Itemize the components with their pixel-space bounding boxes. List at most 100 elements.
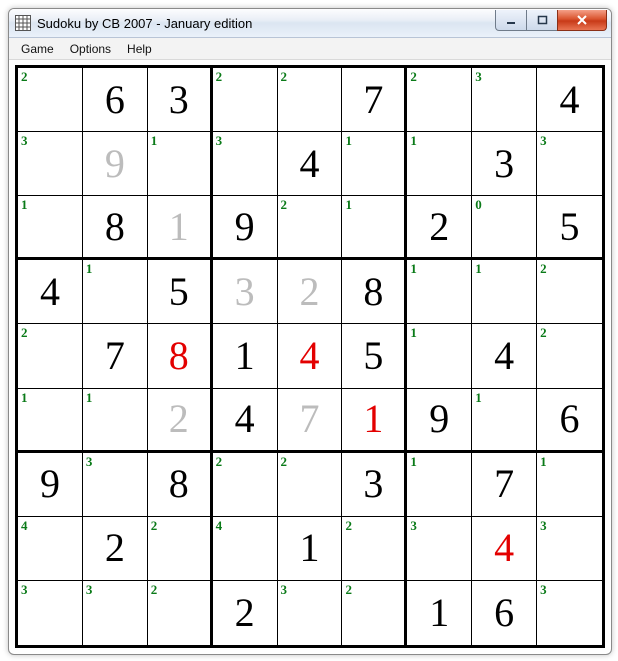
sudoku-cell[interactable]: 2	[213, 68, 278, 132]
sudoku-cell[interactable]: 7	[342, 68, 407, 132]
sudoku-cell[interactable]: 2	[537, 324, 602, 388]
sudoku-cell[interactable]: 2	[407, 68, 472, 132]
sudoku-cell[interactable]: 6	[537, 389, 602, 453]
sudoku-cell[interactable]: 7	[278, 389, 343, 453]
sudoku-cell[interactable]: 1	[18, 389, 83, 453]
sudoku-cell[interactable]: 3	[213, 260, 278, 324]
cell-hint: 1	[475, 390, 482, 406]
sudoku-cell[interactable]: 3	[407, 517, 472, 581]
sudoku-cell[interactable]: 2	[148, 389, 213, 453]
sudoku-cell[interactable]: 2	[213, 453, 278, 517]
sudoku-cell[interactable]: 1	[472, 389, 537, 453]
sudoku-cell[interactable]: 9	[407, 389, 472, 453]
sudoku-cell[interactable]: 1	[342, 132, 407, 196]
close-button[interactable]	[557, 10, 607, 31]
sudoku-cell[interactable]: 2	[342, 581, 407, 645]
sudoku-cell[interactable]: 2	[537, 260, 602, 324]
sudoku-cell[interactable]: 2	[18, 68, 83, 132]
cell-hint: 1	[86, 261, 93, 277]
sudoku-cell[interactable]: 3	[278, 581, 343, 645]
sudoku-cell[interactable]: 2	[213, 581, 278, 645]
sudoku-cell[interactable]: 9	[18, 453, 83, 517]
maximize-button[interactable]	[526, 10, 558, 31]
sudoku-cell[interactable]: 8	[342, 260, 407, 324]
sudoku-cell[interactable]: 1	[148, 196, 213, 260]
sudoku-cell[interactable]: 3	[83, 581, 148, 645]
sudoku-cell[interactable]: 9	[213, 196, 278, 260]
sudoku-cell[interactable]: 2	[278, 453, 343, 517]
cell-hint: 2	[540, 261, 547, 277]
sudoku-cell[interactable]: 0	[472, 196, 537, 260]
sudoku-cell[interactable]: 4	[18, 260, 83, 324]
menu-help[interactable]: Help	[119, 40, 160, 58]
sudoku-cell[interactable]: 1	[83, 389, 148, 453]
cell-hint: 1	[86, 390, 93, 406]
sudoku-cell[interactable]: 3	[213, 132, 278, 196]
sudoku-cell[interactable]: 7	[472, 453, 537, 517]
sudoku-cell[interactable]: 5	[342, 324, 407, 388]
sudoku-cell[interactable]: 1	[407, 581, 472, 645]
sudoku-cell[interactable]: 6	[83, 68, 148, 132]
sudoku-cell[interactable]: 3	[472, 132, 537, 196]
sudoku-cell[interactable]: 1	[342, 389, 407, 453]
sudoku-cell[interactable]: 1	[537, 453, 602, 517]
sudoku-cell[interactable]: 5	[537, 196, 602, 260]
sudoku-cell[interactable]: 2	[278, 196, 343, 260]
sudoku-cell[interactable]: 3	[148, 68, 213, 132]
cell-hint: 1	[345, 197, 352, 213]
sudoku-cell[interactable]: 8	[148, 453, 213, 517]
sudoku-cell[interactable]: 8	[148, 324, 213, 388]
sudoku-cell[interactable]: 4	[213, 517, 278, 581]
sudoku-cell[interactable]: 1	[407, 260, 472, 324]
sudoku-cell[interactable]: 8	[83, 196, 148, 260]
cell-value: 4	[278, 132, 342, 195]
cell-hint: 1	[21, 390, 28, 406]
sudoku-cell[interactable]: 1	[407, 324, 472, 388]
sudoku-cell[interactable]: 2	[342, 517, 407, 581]
titlebar[interactable]: Sudoku by CB 2007 - January edition	[9, 9, 611, 38]
sudoku-cell[interactable]: 3	[537, 517, 602, 581]
sudoku-cell[interactable]: 2	[407, 196, 472, 260]
sudoku-cell[interactable]: 4	[18, 517, 83, 581]
sudoku-cell[interactable]: 7	[83, 324, 148, 388]
sudoku-cell[interactable]: 4	[278, 324, 343, 388]
sudoku-cell[interactable]: 1	[342, 196, 407, 260]
cell-hint: 1	[345, 133, 352, 149]
menu-game[interactable]: Game	[13, 40, 62, 58]
sudoku-cell[interactable]: 4	[213, 389, 278, 453]
cell-hint: 1	[151, 133, 158, 149]
sudoku-cell[interactable]: 1	[407, 453, 472, 517]
sudoku-cell[interactable]: 1	[407, 132, 472, 196]
sudoku-cell[interactable]: 2	[278, 68, 343, 132]
sudoku-cell[interactable]: 3	[83, 453, 148, 517]
sudoku-cell[interactable]: 2	[278, 260, 343, 324]
sudoku-cell[interactable]: 2	[83, 517, 148, 581]
sudoku-cell[interactable]: 1	[213, 324, 278, 388]
minimize-button[interactable]	[495, 10, 527, 31]
sudoku-cell[interactable]: 1	[148, 132, 213, 196]
sudoku-cell[interactable]: 2	[148, 581, 213, 645]
sudoku-cell[interactable]: 4	[472, 324, 537, 388]
sudoku-cell[interactable]: 3	[18, 132, 83, 196]
sudoku-cell[interactable]: 5	[148, 260, 213, 324]
sudoku-cell[interactable]: 3	[537, 132, 602, 196]
sudoku-cell[interactable]: 3	[18, 581, 83, 645]
sudoku-cell[interactable]: 1	[83, 260, 148, 324]
cell-hint: 1	[410, 261, 417, 277]
menu-options[interactable]: Options	[62, 40, 119, 58]
sudoku-cell[interactable]: 2	[148, 517, 213, 581]
cell-value: 8	[83, 196, 147, 257]
sudoku-cell[interactable]: 4	[537, 68, 602, 132]
sudoku-cell[interactable]: 2	[18, 324, 83, 388]
sudoku-cell[interactable]: 1	[18, 196, 83, 260]
sudoku-cell[interactable]: 4	[472, 517, 537, 581]
sudoku-cell[interactable]: 3	[537, 581, 602, 645]
sudoku-cell[interactable]: 6	[472, 581, 537, 645]
sudoku-cell[interactable]: 3	[472, 68, 537, 132]
sudoku-cell[interactable]: 1	[472, 260, 537, 324]
cell-value: 4	[472, 324, 536, 387]
sudoku-cell[interactable]: 9	[83, 132, 148, 196]
sudoku-cell[interactable]: 4	[278, 132, 343, 196]
sudoku-cell[interactable]: 3	[342, 453, 407, 517]
sudoku-cell[interactable]: 1	[278, 517, 343, 581]
